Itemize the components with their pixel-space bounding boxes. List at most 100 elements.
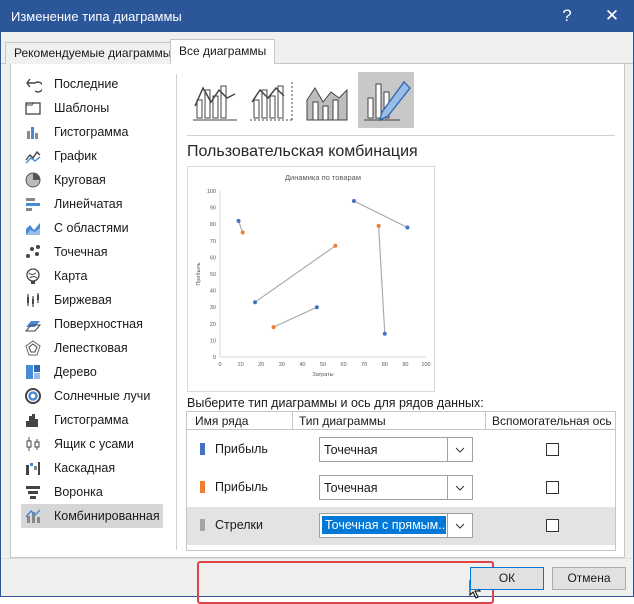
highlight-box xyxy=(197,561,494,604)
sidebar-item-label: Шаблоны xyxy=(54,101,110,115)
sidebar-item-radar-chart[interactable]: Лепестковая xyxy=(21,336,163,360)
x-tick-label: 50 xyxy=(320,362,326,368)
y-tick-label: 50 xyxy=(210,272,216,278)
chart-preview: Динамика по товарам 0 10 20 30 40 50 60 70 80 90 10… xyxy=(187,166,435,392)
sidebar-item-column-chart[interactable]: Гистограмма xyxy=(21,120,163,144)
chart-type-dropdown[interactable]: Точечная xyxy=(319,437,473,462)
sidebar-item-line-chart[interactable]: График xyxy=(21,144,163,168)
combo-column-line-icon[interactable] xyxy=(187,72,243,128)
series-prompt: Выберите тип диаграммы и ось для рядов д… xyxy=(187,396,484,410)
preview-chart: Динамика по товарам 0 10 20 30 40 50 60 70 80 90 10… xyxy=(196,173,431,378)
sidebar-item-label: Каскадная xyxy=(54,461,116,475)
sidebar-item-histogram-chart[interactable]: Гистограмма xyxy=(21,408,163,432)
series-color-swatch xyxy=(200,481,205,493)
sidebar-item-label: Солнечные лучи xyxy=(54,389,151,403)
series-name: Прибыль xyxy=(215,442,268,456)
grid-header: Имя ряда Тип диаграммы Вспомогательная о… xyxy=(187,412,615,430)
chevron-down-icon[interactable] xyxy=(447,514,472,537)
secondary-axis-checkbox[interactable] xyxy=(546,443,559,456)
combo-area-column-icon[interactable] xyxy=(301,72,357,128)
series-color-swatch xyxy=(200,443,205,455)
sidebar-item-sunburst-chart[interactable]: Солнечные лучи xyxy=(21,384,163,408)
sidebar-item-surface-chart[interactable]: Поверхностная xyxy=(21,312,163,336)
custom-combination-icon[interactable] xyxy=(358,72,414,128)
tab-recommended[interactable]: Рекомендуемые диаграммы xyxy=(5,42,181,64)
data-point xyxy=(405,225,410,230)
close-button[interactable]: ✕ xyxy=(599,3,625,29)
map-chart-icon xyxy=(26,268,40,284)
arrow-line xyxy=(353,200,408,229)
sidebar-item-pie-chart[interactable]: Круговая xyxy=(21,168,163,192)
area-chart-icon xyxy=(26,223,40,235)
subtype-heading: Пользовательская комбинация xyxy=(187,143,418,160)
x-tick-label: 0 xyxy=(218,362,221,368)
combo-column-line-secondary-icon[interactable] xyxy=(244,72,300,128)
sidebar-item-label: Карта xyxy=(54,269,88,283)
sidebar-divider xyxy=(176,74,177,550)
x-tick-label: 10 xyxy=(238,362,244,368)
sidebar-item-funnel-chart[interactable]: Воронка xyxy=(21,480,163,504)
box-whisker-chart-icon xyxy=(26,437,40,451)
surface-chart-icon xyxy=(24,321,42,332)
data-point xyxy=(236,218,241,223)
sidebar-item-combo-chart[interactable]: Комбинированная xyxy=(21,504,163,528)
sidebar-item-label: Биржевая xyxy=(54,293,112,307)
column-secondary-axis: Вспомогательная ось xyxy=(492,414,612,428)
combo-column-line-secondary-icon-graphic xyxy=(250,82,294,121)
sidebar-item-stock-chart[interactable]: Биржевая xyxy=(21,288,163,312)
sidebar-item-map-chart[interactable]: Карта xyxy=(21,264,163,288)
y-axis-title: Прибыль xyxy=(196,262,202,285)
y-tick-label: 0 xyxy=(213,355,216,361)
sidebar-item-label: С областями xyxy=(54,221,129,235)
column-divider xyxy=(292,412,293,430)
folder-icon xyxy=(25,102,41,115)
chart-type-dropdown[interactable]: Точечная с прямым... xyxy=(319,513,473,538)
y-tick-label: 60 xyxy=(210,255,216,261)
secondary-axis-checkbox[interactable] xyxy=(546,481,559,494)
data-point xyxy=(333,243,338,248)
ok-button[interactable]: ОК xyxy=(470,567,544,590)
series-color-swatch xyxy=(200,519,205,531)
sidebar-item-area-chart[interactable]: С областями xyxy=(21,216,163,240)
change-chart-type-dialog: Изменение типа диаграммы ? ✕ Рекомендуем… xyxy=(0,0,634,604)
chevron-down-icon[interactable] xyxy=(447,476,472,499)
x-axis-title: Затраты xyxy=(312,372,333,378)
x-tick-label: 60 xyxy=(341,362,347,368)
chart-title: Динамика по товарам xyxy=(285,173,361,182)
chart-type-value: Точечная xyxy=(324,481,378,495)
sidebar-item-recent[interactable]: Последние xyxy=(21,72,163,96)
data-point xyxy=(382,331,387,336)
scatter-chart-icon xyxy=(26,245,40,258)
series-row[interactable]: Стрелки Точечная с прямым... xyxy=(187,507,615,545)
sidebar-item-folder[interactable]: Шаблоны xyxy=(21,96,163,120)
sidebar-item-treemap-chart[interactable]: Дерево xyxy=(21,360,163,384)
x-tick-label: 30 xyxy=(279,362,285,368)
series-row[interactable]: Прибыль Точечная xyxy=(187,431,615,469)
data-point xyxy=(240,230,245,235)
sidebar-item-box-whisker-chart[interactable]: Ящик с усами xyxy=(21,432,163,456)
tab-all-charts[interactable]: Все диаграммы xyxy=(170,39,276,65)
help-button[interactable]: ? xyxy=(554,3,580,29)
sidebar-item-label: График xyxy=(54,149,97,163)
series-row[interactable]: Прибыль Точечная xyxy=(187,469,615,507)
secondary-axis-checkbox[interactable] xyxy=(546,519,559,532)
sidebar-item-bar-chart[interactable]: Линейчатая xyxy=(21,192,163,216)
data-point xyxy=(351,198,356,203)
cancel-button[interactable]: Отмена xyxy=(552,567,626,590)
x-tick-label: 20 xyxy=(258,362,264,368)
chevron-down-icon[interactable] xyxy=(447,438,472,461)
y-tick-label: 80 xyxy=(210,222,216,228)
column-chart-type: Тип диаграммы xyxy=(299,414,386,428)
recent-icon xyxy=(26,78,42,93)
sidebar-item-scatter-chart[interactable]: Точечная xyxy=(21,240,163,264)
y-tick-label: 10 xyxy=(210,338,216,344)
x-tick-label: 90 xyxy=(402,362,408,368)
chart-type-dropdown[interactable]: Точечная xyxy=(319,475,473,500)
x-tick-label: 100 xyxy=(421,362,430,368)
arrow-line xyxy=(378,225,386,334)
data-point xyxy=(271,325,276,330)
gallery-separator xyxy=(187,135,615,136)
sidebar-item-waterfall-chart[interactable]: Каскадная xyxy=(21,456,163,480)
sidebar-item-label: Дерево xyxy=(54,365,97,379)
pie-chart-icon xyxy=(25,172,41,188)
